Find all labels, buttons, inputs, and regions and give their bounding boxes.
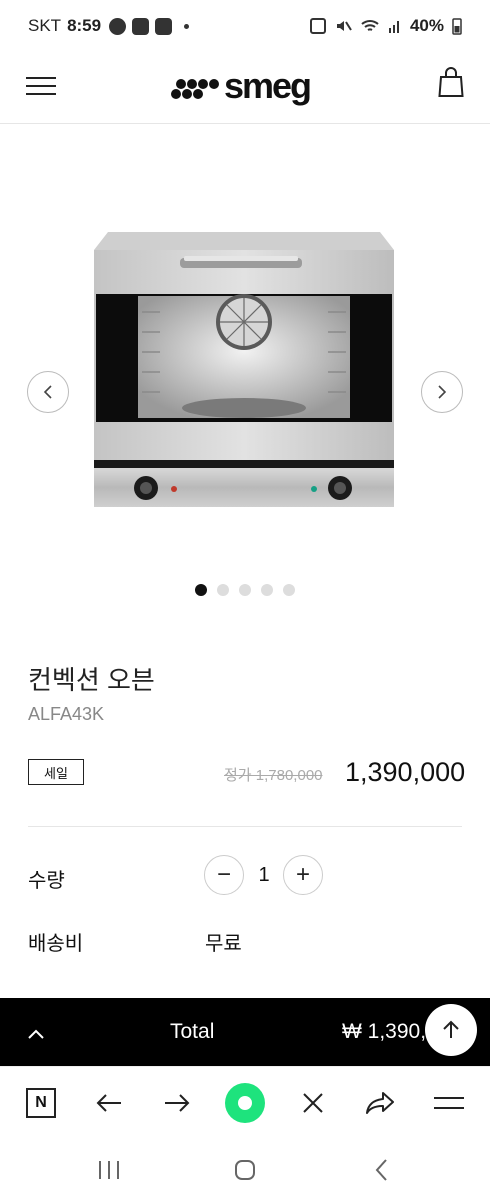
clock: 8:59 [67, 16, 102, 35]
back-button[interactable] [91, 1085, 127, 1121]
mute-icon [336, 21, 352, 31]
battery-percent: 40% [409, 16, 444, 35]
home-icon [235, 1160, 255, 1180]
carousel-next-button[interactable] [421, 371, 463, 413]
sale-badge: 세일 [28, 759, 84, 785]
system-back-button[interactable] [368, 1156, 396, 1184]
hamburger-menu-icon[interactable] [26, 74, 56, 98]
original-price: 정가 1,780,000 [224, 767, 323, 784]
chevron-up-icon[interactable] [26, 1024, 46, 1044]
notification-icons [109, 17, 190, 35]
back-chevron-icon [375, 1159, 387, 1181]
arrow-right-icon [165, 1094, 190, 1112]
recent-apps-button[interactable] [95, 1156, 123, 1184]
quantity-decrease-button[interactable]: − [204, 855, 244, 895]
wifi-icon [361, 20, 379, 31]
quantity-value: 1 [258, 864, 270, 886]
recent-apps-icon [99, 1161, 119, 1179]
close-tab-button[interactable] [295, 1085, 331, 1121]
total-bar[interactable]: Total ₩ 1,390,000 [0, 998, 490, 1066]
n-icon: N [26, 1088, 56, 1118]
chevron-right-icon [438, 385, 447, 399]
product-image-carousel[interactable] [0, 124, 490, 624]
share-button[interactable] [362, 1085, 398, 1121]
sale-price: 1,390,000 [345, 757, 466, 787]
product-title: 컨벡션 오븐 [28, 665, 155, 695]
quantity-label: 수량 [28, 870, 65, 892]
arrow-up-icon [443, 1020, 459, 1038]
site-header: smeg [0, 52, 490, 124]
browser-toolbar: N [0, 1066, 490, 1138]
carousel-dot[interactable] [239, 584, 251, 596]
battery-icon [452, 18, 462, 35]
green-dot-icon [225, 1083, 265, 1123]
quantity-increase-button[interactable]: + [283, 855, 323, 895]
smeg-logo[interactable]: smeg [170, 66, 322, 106]
logo-text: smeg [224, 65, 312, 106]
talk-icon [109, 17, 127, 35]
shipping-label: 배송비 [28, 933, 84, 955]
forward-button[interactable] [159, 1085, 195, 1121]
product-image-oven [94, 232, 394, 507]
gallery-icon [155, 17, 173, 35]
product-model: ALFA43K [28, 704, 105, 724]
carousel-dot[interactable] [283, 584, 295, 596]
carrier: SKT [28, 16, 62, 35]
arrow-left-icon [96, 1094, 121, 1112]
carousel-dot[interactable] [217, 584, 229, 596]
carousel-dot[interactable] [261, 584, 273, 596]
more-notifications-icon [184, 23, 190, 29]
green-dot-button[interactable] [225, 1083, 265, 1123]
naver-home-button[interactable]: N [23, 1085, 59, 1121]
divider [28, 826, 462, 827]
system-icons: 40% [309, 16, 462, 36]
app-notification-icon [132, 17, 150, 35]
status-bar: SKT 8:59 40% [0, 0, 490, 52]
close-icon [303, 1093, 323, 1113]
carousel-prev-button[interactable] [27, 371, 69, 413]
chevron-left-icon [43, 385, 52, 399]
carousel-dot[interactable] [195, 584, 207, 596]
menu-icon [434, 1097, 464, 1109]
carousel-pagination [0, 584, 490, 596]
system-navigation-bar [0, 1138, 490, 1200]
signal-icon [388, 21, 399, 33]
shopping-bag-icon[interactable] [438, 66, 464, 98]
home-button[interactable] [231, 1156, 259, 1184]
nfc-icon [309, 18, 326, 34]
browser-menu-button[interactable] [431, 1085, 467, 1121]
total-label: Total [170, 1020, 215, 1043]
share-icon [366, 1092, 394, 1114]
shipping-value: 무료 [205, 933, 242, 955]
logo-dots-icon [171, 79, 219, 99]
scroll-to-top-button[interactable] [425, 1004, 477, 1056]
